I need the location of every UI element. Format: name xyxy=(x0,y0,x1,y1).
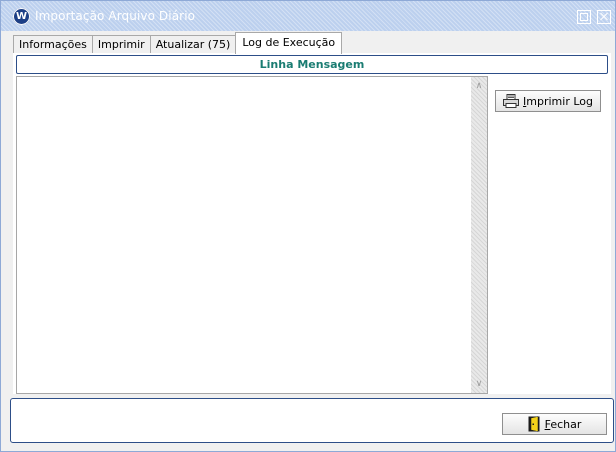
close-label: Fechar xyxy=(544,417,582,431)
door-exit-icon xyxy=(528,416,540,432)
tab-atualizar[interactable]: Atualizar (75) xyxy=(149,35,237,54)
print-log-button[interactable]: Imprimir Log xyxy=(495,90,601,112)
scroll-down-arrow-icon[interactable]: ∨ xyxy=(471,377,487,391)
tab-informacoes[interactable]: Informações xyxy=(13,35,93,54)
title-bar[interactable]: W Importação Arquivo Diário xyxy=(1,1,615,31)
tab-imprimir[interactable]: Imprimir xyxy=(91,35,151,54)
close-button[interactable]: Fechar xyxy=(502,413,607,435)
printer-icon xyxy=(503,94,520,108)
log-column-header: Linha Mensagem xyxy=(16,55,608,74)
log-panel: Linha Mensagem ∧ ∨ Imprimir Log xyxy=(13,53,611,394)
vw-logo-icon: W xyxy=(13,8,30,25)
main-window: W Importação Arquivo Diário Informações … xyxy=(0,0,616,452)
print-log-label: Imprimir Log xyxy=(523,94,593,108)
restore-window-icon[interactable] xyxy=(577,10,591,24)
close-window-icon[interactable] xyxy=(597,10,611,24)
window-title: Importação Arquivo Diário xyxy=(35,9,196,23)
tab-bar: Informações Imprimir Atualizar (75) Log … xyxy=(13,32,343,54)
log-list[interactable]: ∧ ∨ xyxy=(16,76,488,394)
footer-bar: Fechar xyxy=(10,398,614,443)
vertical-scrollbar[interactable]: ∧ ∨ xyxy=(471,77,487,393)
scroll-up-arrow-icon[interactable]: ∧ xyxy=(471,79,487,93)
tab-log-de-execucao[interactable]: Log de Execução xyxy=(235,32,343,54)
